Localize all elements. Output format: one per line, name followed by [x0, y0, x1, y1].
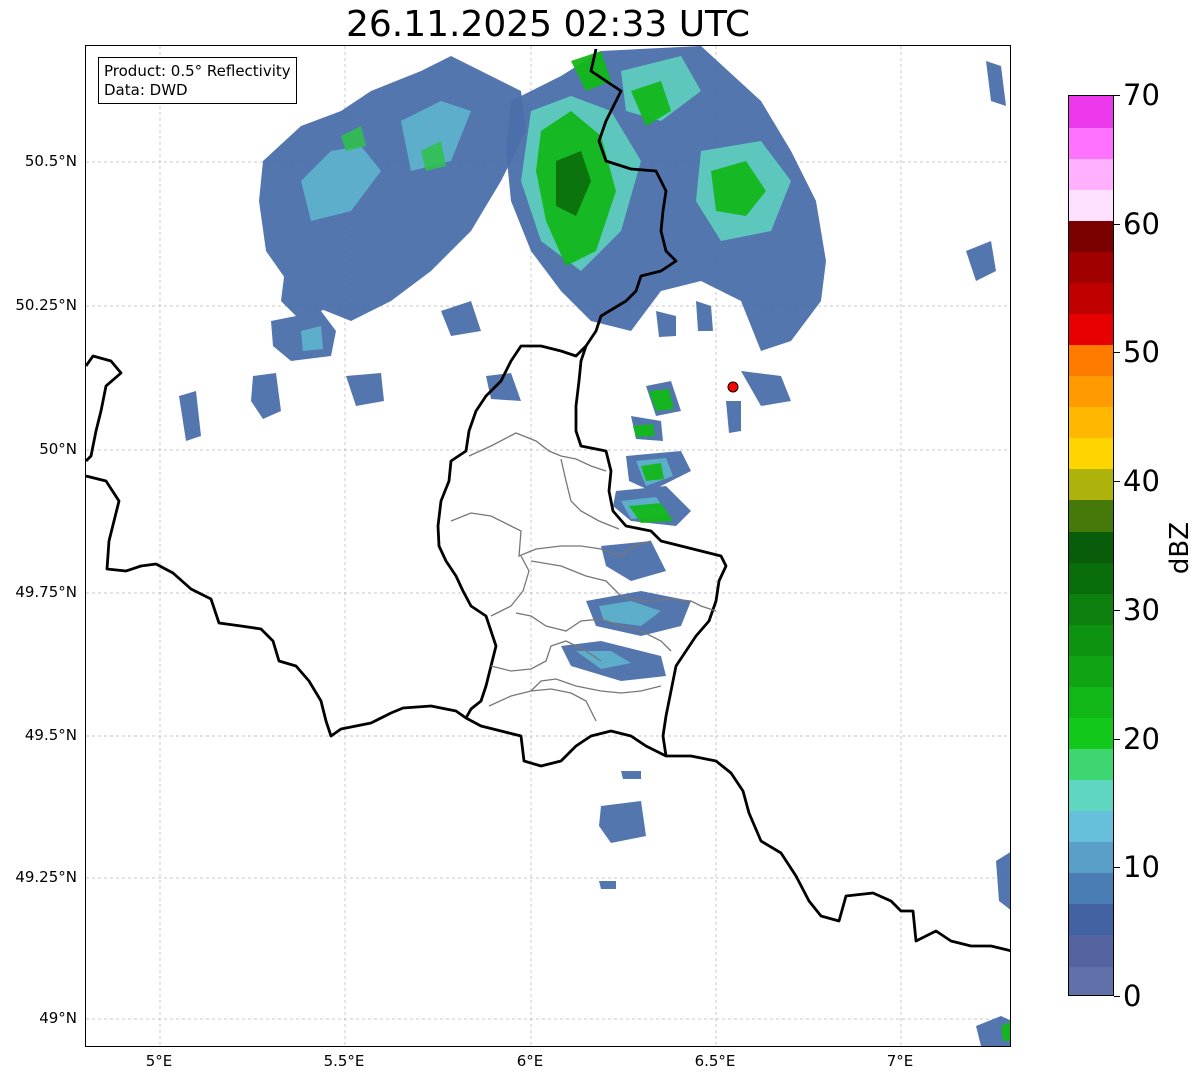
colorbar-segment [1069, 530, 1113, 563]
colorbar-segment [1069, 841, 1113, 874]
colorbar-tick-label: 40 [1123, 464, 1160, 499]
map-title: 26.11.2025 02:33 UTC [345, 4, 751, 45]
longitude-label: 5.5°E [323, 1052, 365, 1070]
radar-map [86, 46, 1010, 1046]
longitude-label: 5°E [145, 1052, 173, 1070]
colorbar-segment [1069, 468, 1113, 501]
colorbar-segment [1069, 189, 1113, 221]
product-label: Product: 0.5° Reflectivity [104, 62, 291, 80]
colorbar-segment [1069, 127, 1113, 159]
colorbar-tick-label: 50 [1123, 335, 1160, 370]
colorbar-tick-label: 60 [1123, 206, 1160, 241]
colorbar-tick [1114, 867, 1120, 869]
latitude-label: 50°N [39, 440, 77, 458]
colorbar-segment [1069, 779, 1113, 812]
colorbar-segment [1069, 96, 1113, 128]
info-box: Product: 0.5° Reflectivity Data: DWD [98, 57, 297, 104]
colorbar-tick-label: 0 [1123, 979, 1142, 1013]
colorbar-segment [1069, 375, 1113, 408]
colorbar-segment [1069, 934, 1113, 967]
data-source-label: Data: DWD [104, 81, 188, 99]
colorbar-tick [1114, 996, 1120, 997]
longitude-label: 6°E [516, 1052, 544, 1070]
colorbar-tick-label: 70 [1123, 78, 1160, 112]
longitude-label: 6.5°E [694, 1052, 736, 1070]
colorbar-segment [1069, 872, 1113, 905]
colorbar-tick [1114, 738, 1120, 740]
colorbar-tick [1114, 223, 1120, 225]
latitude-label: 49.5°N [24, 726, 77, 744]
latitude-label: 49.25°N [15, 868, 77, 886]
latitude-label: 50.25°N [15, 296, 77, 314]
colorbar-title: dBZ [1165, 521, 1195, 575]
radar-station-marker [727, 381, 739, 393]
colorbar-segment [1069, 282, 1113, 315]
colorbar-segment [1069, 624, 1113, 656]
longitude-label: 7°E [886, 1052, 914, 1070]
colorbar-segment [1069, 965, 1113, 995]
colorbar [1068, 95, 1114, 996]
map-area[interactable] [85, 45, 1011, 1047]
colorbar-tick [1114, 352, 1120, 354]
colorbar-segment [1069, 810, 1113, 843]
colorbar-segment [1069, 437, 1113, 470]
colorbar-segment [1069, 344, 1113, 377]
colorbar-segment [1069, 686, 1113, 718]
colorbar-segment [1069, 406, 1113, 439]
colorbar-tick [1114, 95, 1120, 96]
colorbar-segment [1069, 220, 1113, 252]
colorbar-segment [1069, 313, 1113, 346]
colorbar-tick [1114, 609, 1120, 611]
colorbar-tick-label: 20 [1123, 721, 1160, 756]
colorbar-segment [1069, 499, 1113, 532]
latitude-label: 49°N [39, 1009, 77, 1027]
colorbar-segment [1069, 158, 1113, 190]
colorbar-segment [1069, 655, 1113, 687]
latitude-label: 50.5°N [24, 152, 77, 170]
radar-echoes [179, 46, 1010, 1046]
colorbar-segment [1069, 593, 1113, 625]
colorbar-segment [1069, 562, 1113, 594]
colorbar-segment [1069, 903, 1113, 936]
colorbar-tick-label: 30 [1123, 592, 1160, 627]
colorbar-tick [1114, 481, 1120, 483]
latitude-label: 49.75°N [15, 583, 77, 601]
colorbar-segment [1069, 748, 1113, 781]
colorbar-segment [1069, 717, 1113, 750]
colorbar-segment [1069, 251, 1113, 283]
colorbar-tick-label: 10 [1123, 850, 1160, 885]
